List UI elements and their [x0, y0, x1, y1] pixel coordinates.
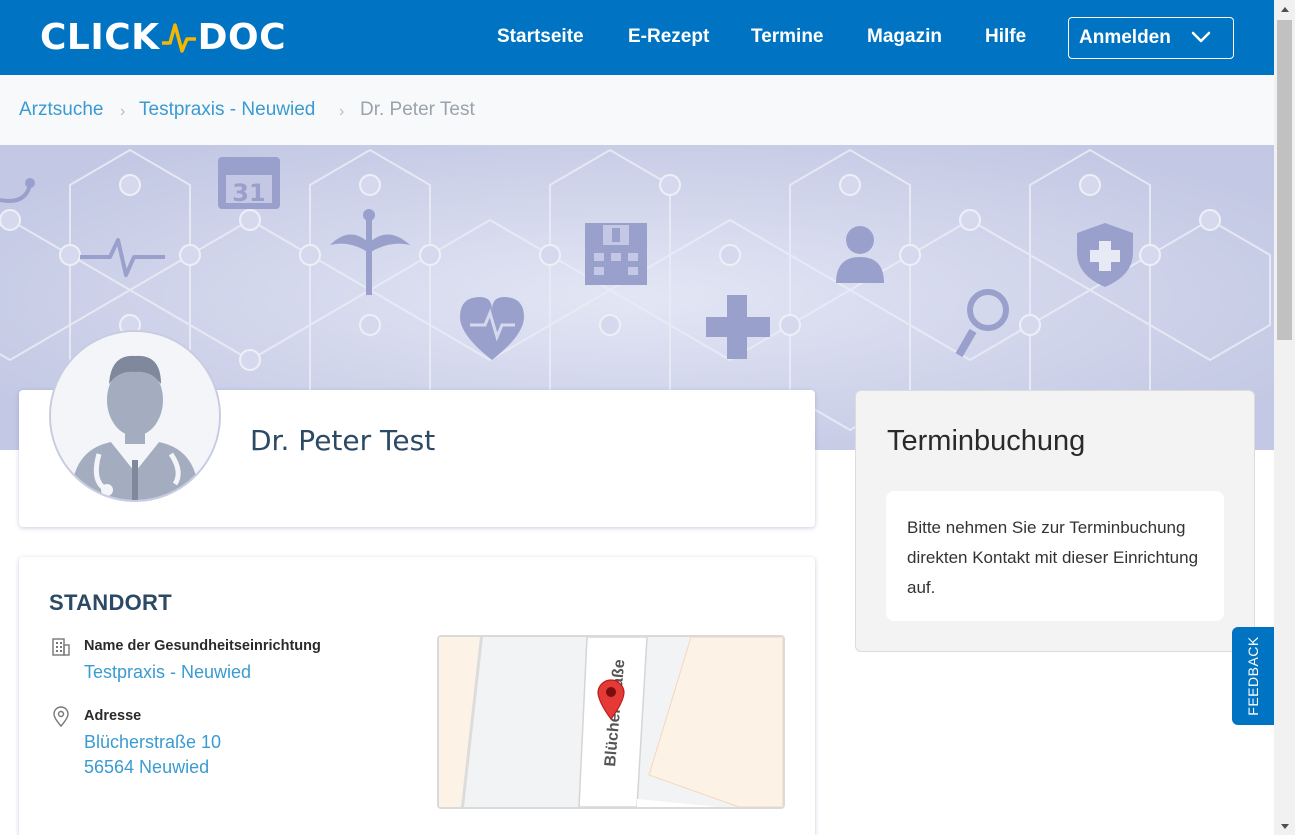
- address-line1[interactable]: Blücherstraße 10: [84, 730, 221, 755]
- feedback-label: FEEDBACK: [1245, 636, 1261, 716]
- logo-text-left: CLICK: [40, 16, 160, 58]
- address-line2[interactable]: 56564 Neuwied: [84, 755, 209, 780]
- feedback-tab[interactable]: FEEDBACK: [1232, 627, 1274, 725]
- booking-message-box: Bitte nehmen Sie zur Terminbuchung direk…: [886, 491, 1224, 621]
- logo-text-right: DOC: [197, 16, 286, 58]
- clickdoc-logo[interactable]: CLICK DOC: [40, 16, 286, 58]
- breadcrumb-arztsuche[interactable]: Arztsuche: [19, 99, 103, 121]
- facility-label: Name der Gesundheitseinrichtung: [84, 638, 321, 654]
- booking-title: Terminbuchung: [887, 425, 1086, 457]
- top-header: CLICK DOC Startseite E-Rezept Termine Ma…: [0, 0, 1274, 75]
- location-pin-icon: [53, 706, 69, 728]
- login-label: Anmelden: [1079, 27, 1171, 48]
- location-title: STANDORT: [49, 590, 172, 615]
- map-graphic: Blücherstraße: [439, 637, 783, 807]
- booking-card: Terminbuchung Bitte nehmen Sie zur Termi…: [855, 390, 1255, 652]
- scroll-down-arrow-icon[interactable]: [1274, 817, 1295, 835]
- nav-magazin[interactable]: Magazin: [867, 26, 942, 48]
- nav-startseite[interactable]: Startseite: [497, 26, 584, 48]
- facility-link[interactable]: Testpraxis - Neuwied: [84, 660, 251, 685]
- breadcrumb: Arztsuche › Testpraxis - Neuwied › Dr. P…: [0, 75, 1274, 145]
- scrollbar-thumb[interactable]: [1277, 20, 1292, 340]
- breadcrumb-current: Dr. Peter Test: [360, 99, 475, 120]
- doctor-silhouette-icon: [51, 332, 219, 500]
- building-icon: [52, 638, 70, 656]
- scroll-up-arrow-icon[interactable]: [1274, 0, 1295, 18]
- doctor-avatar: [49, 330, 221, 502]
- breadcrumb-separator: ›: [120, 103, 126, 120]
- location-map[interactable]: Blücherstraße: [437, 635, 785, 809]
- chevron-down-icon: [1191, 31, 1211, 43]
- doctor-name: Dr. Peter Test: [250, 424, 436, 457]
- booking-message: Bitte nehmen Sie zur Terminbuchung direk…: [907, 518, 1199, 597]
- pulse-logo-icon: [161, 23, 196, 53]
- svg-text:31: 31: [232, 179, 265, 207]
- address-label: Adresse: [84, 708, 142, 724]
- nav-termine[interactable]: Termine: [751, 26, 824, 48]
- nav-e-rezept[interactable]: E-Rezept: [628, 26, 709, 48]
- breadcrumb-separator: ›: [339, 103, 345, 120]
- map-marker-icon: [597, 679, 625, 721]
- nav-hilfe[interactable]: Hilfe: [985, 26, 1026, 48]
- location-card: STANDORT Name der Gesundheitseinrichtung…: [19, 557, 815, 835]
- login-dropdown-button[interactable]: Anmelden: [1068, 17, 1234, 59]
- breadcrumb-praxis[interactable]: Testpraxis - Neuwied: [139, 99, 315, 121]
- page-scrollbar[interactable]: [1274, 0, 1295, 835]
